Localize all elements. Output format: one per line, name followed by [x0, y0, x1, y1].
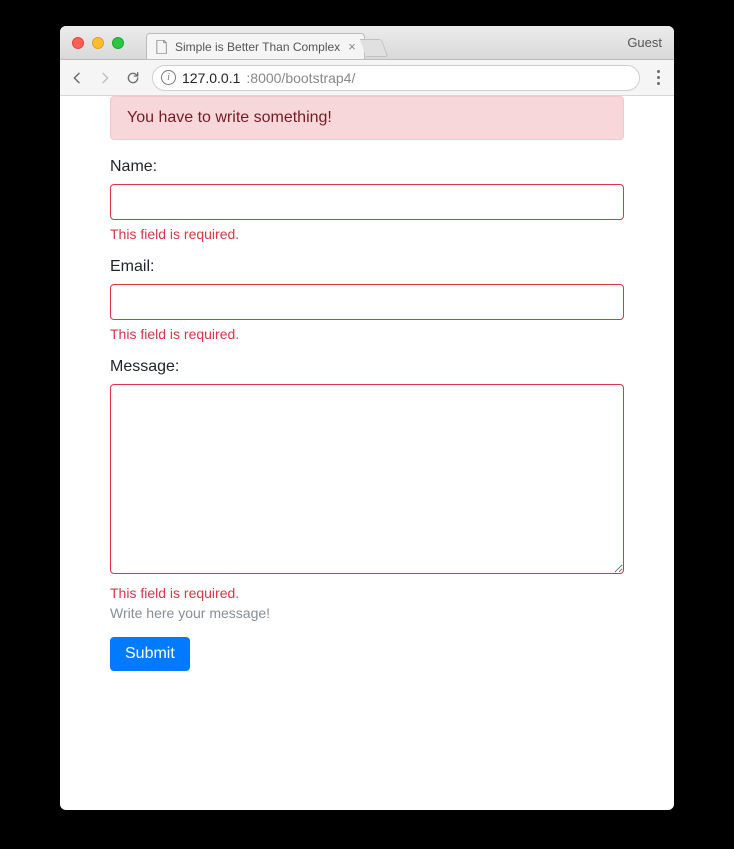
url-host: 127.0.0.1: [182, 70, 240, 86]
browser-window: Simple is Better Than Complex × Guest i …: [60, 26, 674, 810]
page-content: You have to write something! Name: This …: [60, 96, 674, 810]
message-field-group: Message: This field is required. Write h…: [110, 358, 624, 621]
maximize-window-icon[interactable]: [112, 37, 124, 49]
browser-menu-button[interactable]: [650, 66, 666, 89]
page-icon: [155, 40, 169, 54]
message-label: Message:: [110, 358, 624, 376]
message-error: This field is required.: [110, 585, 624, 601]
browser-toolbar: i 127.0.0.1 :8000/bootstrap4/: [60, 60, 674, 96]
close-tab-icon[interactable]: ×: [348, 39, 356, 54]
browser-tab[interactable]: Simple is Better Than Complex ×: [146, 33, 365, 59]
tab-title: Simple is Better Than Complex: [175, 40, 340, 54]
address-bar[interactable]: i 127.0.0.1 :8000/bootstrap4/: [152, 65, 640, 91]
reload-button[interactable]: [124, 69, 142, 87]
profile-label[interactable]: Guest: [627, 35, 662, 50]
name-input[interactable]: [110, 184, 624, 220]
url-path: :8000/bootstrap4/: [246, 70, 355, 86]
window-controls: [60, 37, 124, 49]
error-alert: You have to write something!: [110, 96, 624, 140]
forward-button[interactable]: [96, 69, 114, 87]
message-textarea[interactable]: [110, 384, 624, 574]
back-button[interactable]: [68, 69, 86, 87]
close-window-icon[interactable]: [72, 37, 84, 49]
minimize-window-icon[interactable]: [92, 37, 104, 49]
submit-button[interactable]: Submit: [110, 637, 190, 671]
name-error: This field is required.: [110, 226, 624, 242]
site-info-icon[interactable]: i: [161, 70, 176, 85]
alert-message: You have to write something!: [127, 109, 332, 126]
message-help: Write here your message!: [110, 605, 624, 621]
email-error: This field is required.: [110, 326, 624, 342]
name-label: Name:: [110, 158, 624, 176]
email-label: Email:: [110, 258, 624, 276]
titlebar: Simple is Better Than Complex × Guest: [60, 26, 674, 60]
email-field-group: Email: This field is required.: [110, 258, 624, 342]
name-field-group: Name: This field is required.: [110, 158, 624, 242]
email-input[interactable]: [110, 284, 624, 320]
